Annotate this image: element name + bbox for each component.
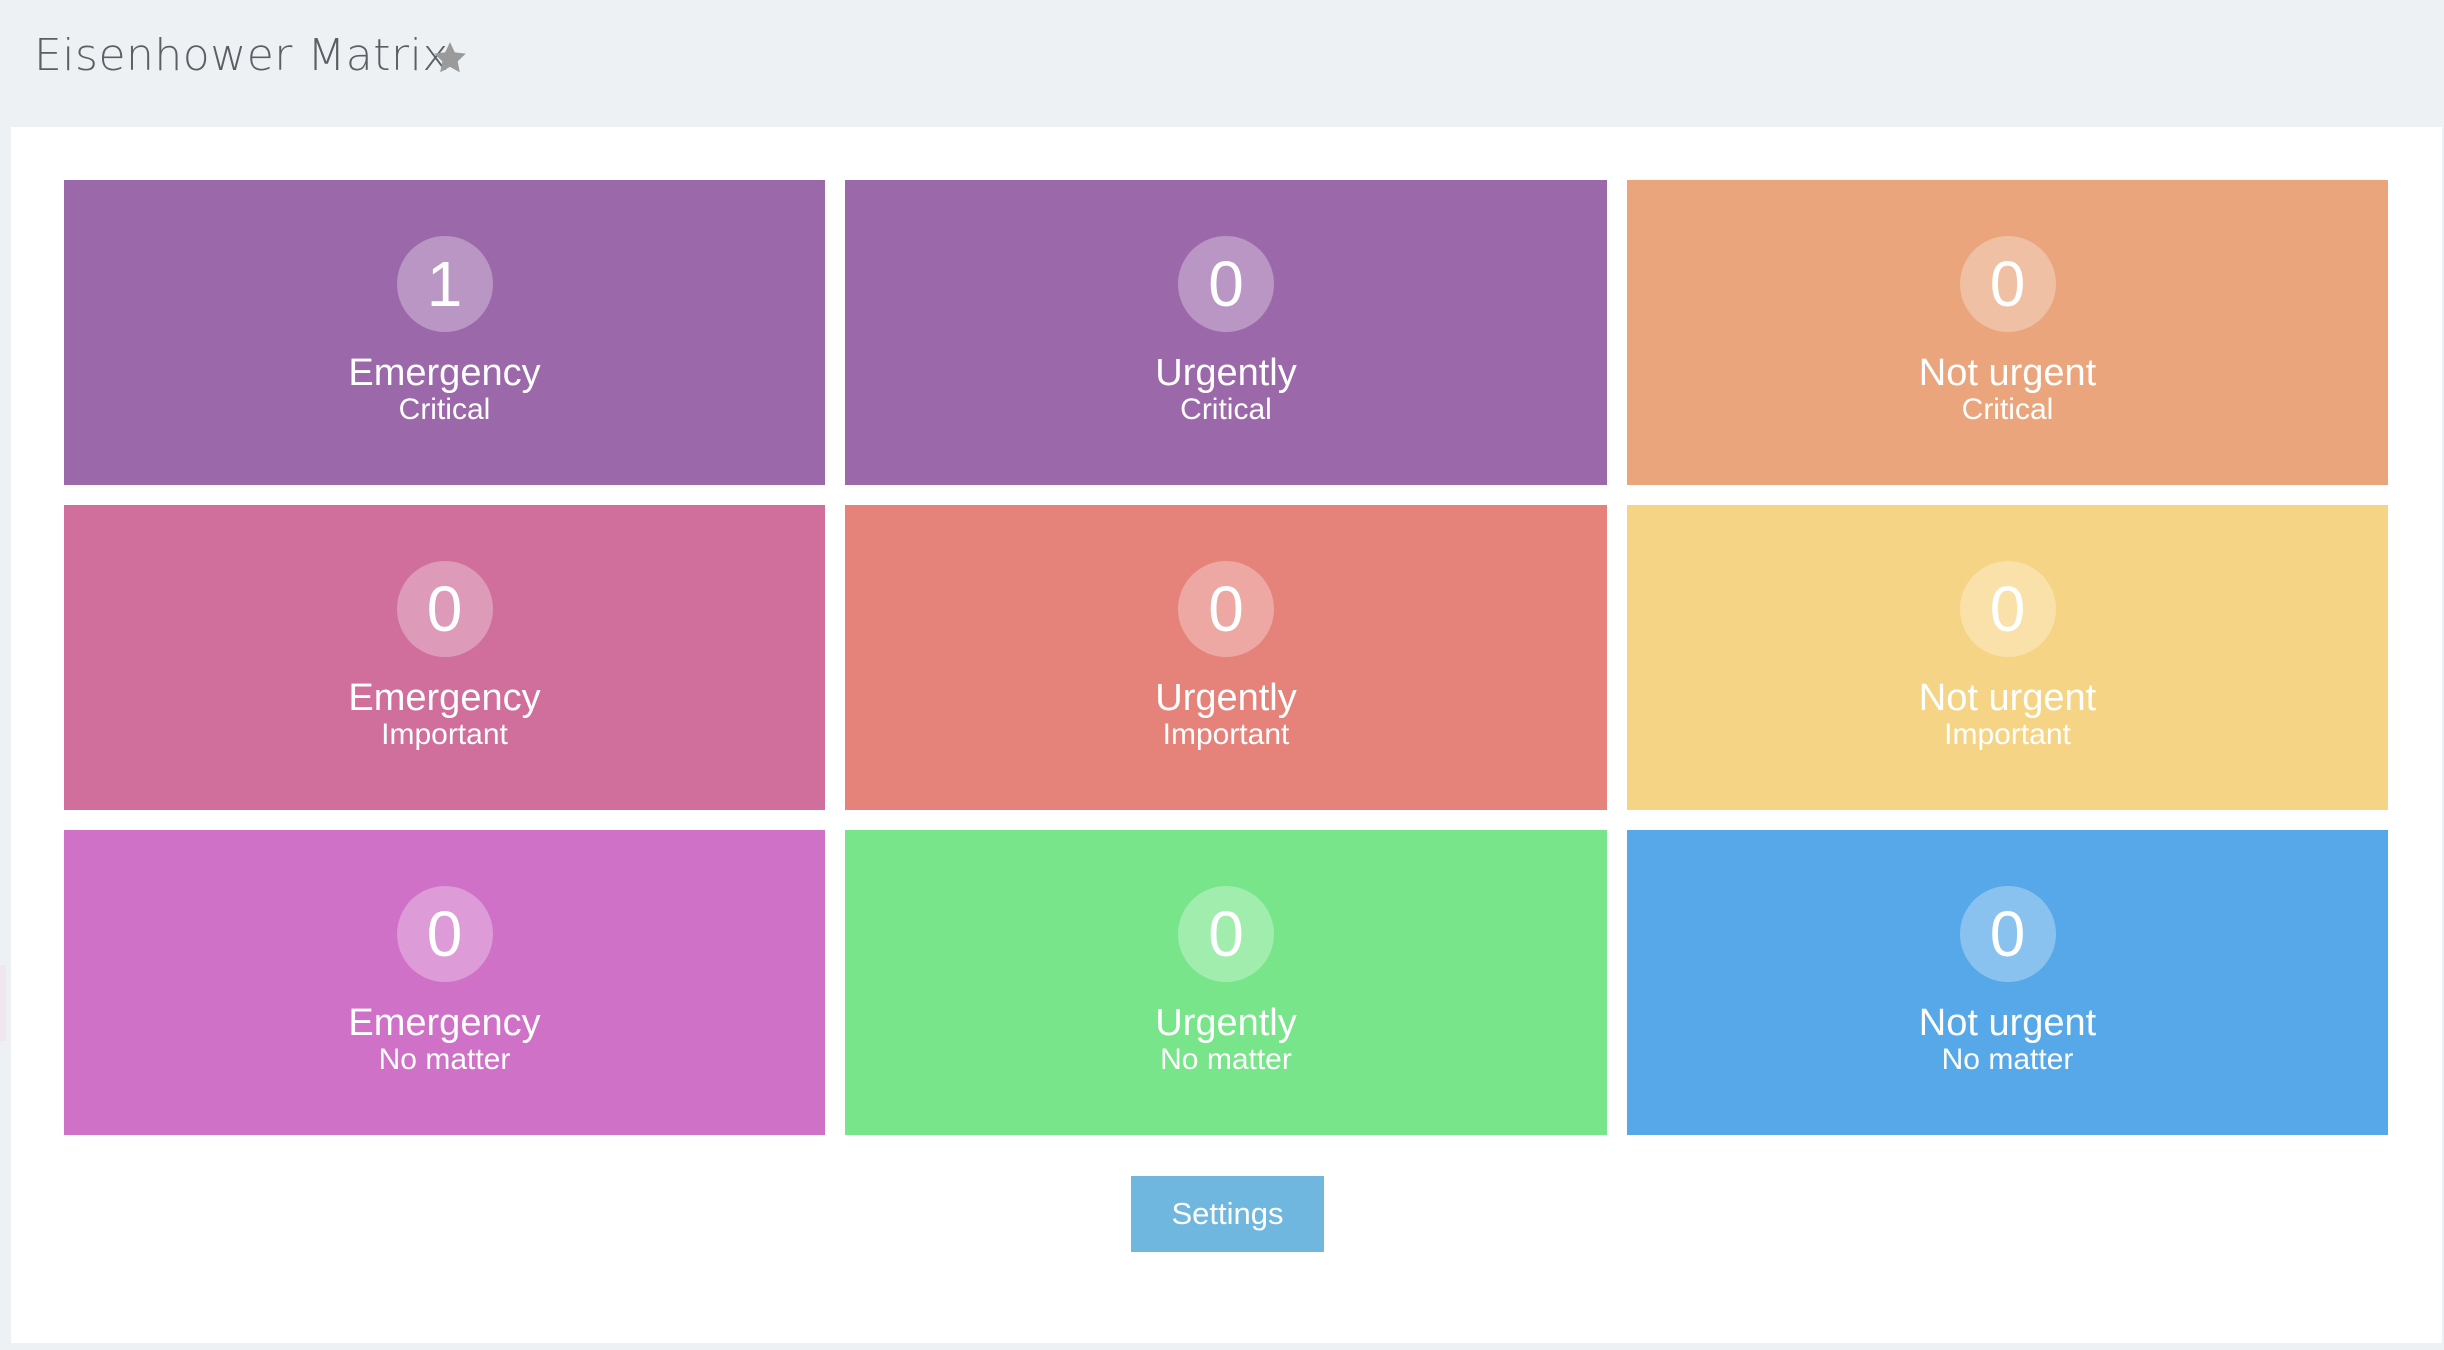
tile-not-urgent-critical[interactable]: 0 Not urgent Critical <box>1627 180 2388 485</box>
tile-title: Emergency <box>348 677 541 719</box>
tile-subtitle: No matter <box>1941 1043 2074 1076</box>
tile-title: Not urgent <box>1918 677 2097 719</box>
count-badge: 0 <box>1959 236 2056 332</box>
matrix-panel: 1 Emergency Critical 0 Urgently Critical… <box>11 127 2442 1343</box>
tile-title: Urgently <box>1155 1002 1297 1044</box>
tile-urgently-critical[interactable]: 0 Urgently Critical <box>845 180 1607 485</box>
tile-title: Urgently <box>1155 677 1297 719</box>
page-header: Eisenhower Matrix <box>0 0 2444 126</box>
tile-subtitle: Critical <box>1961 393 2054 426</box>
star-icon[interactable] <box>430 38 470 78</box>
count-badge: 0 <box>1178 886 1274 982</box>
tile-subtitle: Important <box>1162 718 1290 751</box>
tile-urgently-important[interactable]: 0 Urgently Important <box>845 505 1607 810</box>
tile-emergency-no-matter[interactable]: 0 Emergency No matter <box>64 830 825 1135</box>
settings-button[interactable]: Settings <box>1131 1176 1324 1252</box>
count-badge: 0 <box>1178 561 1274 657</box>
tile-emergency-important[interactable]: 0 Emergency Important <box>64 505 825 810</box>
tile-subtitle: Critical <box>398 393 491 426</box>
tile-title: Urgently <box>1155 352 1297 394</box>
tile-title: Not urgent <box>1918 352 2097 394</box>
tile-not-urgent-important[interactable]: 0 Not urgent Important <box>1627 505 2388 810</box>
side-edge-tab <box>0 965 6 1041</box>
count-badge: 0 <box>396 886 493 982</box>
tile-title: Not urgent <box>1918 1002 2097 1044</box>
tile-not-urgent-no-matter[interactable]: 0 Not urgent No matter <box>1627 830 2388 1135</box>
tile-urgently-no-matter[interactable]: 0 Urgently No matter <box>845 830 1607 1135</box>
count-badge: 0 <box>1959 886 2056 982</box>
tile-subtitle: No matter <box>1160 1043 1292 1076</box>
tile-title: Emergency <box>348 1002 541 1044</box>
tile-subtitle: Important <box>381 718 508 751</box>
count-badge: 0 <box>396 561 493 657</box>
count-badge: 1 <box>396 236 493 332</box>
count-badge: 0 <box>1959 561 2056 657</box>
tile-title: Emergency <box>348 352 541 394</box>
tile-subtitle: Critical <box>1180 393 1272 426</box>
tile-subtitle: Important <box>1944 718 2071 751</box>
page-title: Eisenhower Matrix <box>34 30 449 81</box>
tile-emergency-critical[interactable]: 1 Emergency Critical <box>64 180 825 485</box>
eisenhower-grid: 1 Emergency Critical 0 Urgently Critical… <box>64 180 2399 1135</box>
tile-subtitle: No matter <box>378 1043 511 1076</box>
count-badge: 0 <box>1178 236 1274 332</box>
